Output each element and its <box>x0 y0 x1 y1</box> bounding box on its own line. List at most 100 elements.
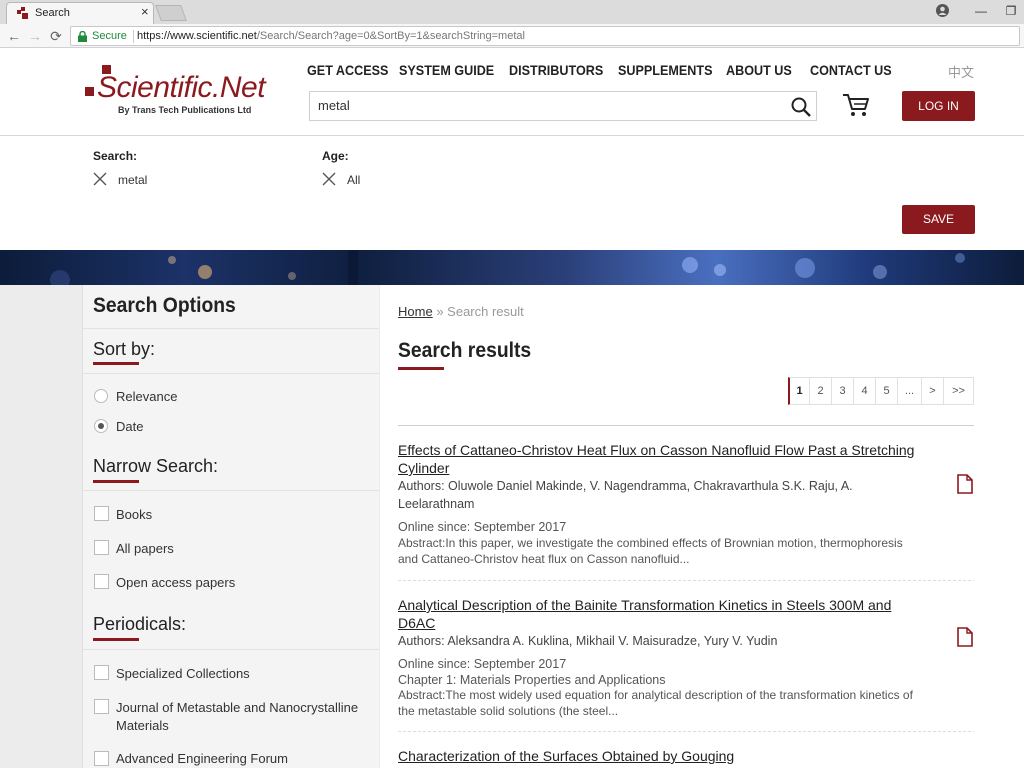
site-favicon <box>17 7 28 19</box>
result-online-date: Online since: September 2017 <box>398 657 567 671</box>
periodical-label[interactable]: Journal of Metastable and Nanocrystallin… <box>116 699 366 735</box>
heading-underline <box>93 638 139 641</box>
breadcrumb: Home » Search result <box>398 304 524 319</box>
sort-relevance-label[interactable]: Relevance <box>116 389 177 404</box>
result-chapter: Chapter 1: Materials Properties and Appl… <box>398 673 666 687</box>
filter-age-label: Age: <box>322 149 349 163</box>
page-5[interactable]: 5 <box>876 377 898 405</box>
sidebar-title: Search Options <box>93 294 236 317</box>
save-search-button[interactable]: SAVE <box>902 205 975 234</box>
url-path: /Search/Search?age=0&SortBy=1&searchStri… <box>256 30 525 42</box>
page-next[interactable]: > <box>922 377 944 405</box>
page-3[interactable]: 3 <box>832 377 854 405</box>
breadcrumb-current: Search result <box>447 304 524 319</box>
sort-date-label[interactable]: Date <box>116 419 143 434</box>
back-icon[interactable]: ← <box>5 27 23 45</box>
divider <box>83 649 379 650</box>
result-abstract: Abstract:The most widely used equation f… <box>398 688 913 718</box>
nav-get-access[interactable]: GET ACCESS <box>307 62 388 78</box>
profile-icon[interactable] <box>936 4 949 17</box>
nav-distributors[interactable]: DISTRIBUTORS <box>509 62 603 78</box>
search-icon[interactable] <box>791 97 811 117</box>
language-switch[interactable]: 中文 <box>948 62 974 81</box>
filter-search-value: metal <box>118 173 148 187</box>
site-logo[interactable]: Scientific.Net By Trans Tech Publication… <box>85 63 285 123</box>
page-2[interactable]: 2 <box>810 377 832 405</box>
logo-name: Scientific.Net <box>97 71 266 104</box>
nav-contact-us[interactable]: CONTACT US <box>810 62 892 78</box>
periodical-checkbox[interactable] <box>94 665 109 680</box>
pdf-document-icon[interactable] <box>957 627 973 647</box>
header-banner-image <box>0 250 1024 285</box>
divider <box>83 373 379 374</box>
periodical-checkbox[interactable] <box>94 751 109 766</box>
narrow-open-access-checkbox[interactable] <box>94 574 109 589</box>
result-abstract: Abstract:In this paper, we investigate t… <box>398 536 903 566</box>
breadcrumb-home-link[interactable]: Home <box>398 304 433 319</box>
url-separator <box>133 30 134 43</box>
narrow-open-access-label[interactable]: Open access papers <box>116 575 235 590</box>
periodicals-heading: Periodicals: <box>93 614 187 634</box>
pdf-document-icon[interactable] <box>957 474 973 494</box>
sort-relevance-radio[interactable] <box>94 389 108 403</box>
url-field[interactable]: Secure https://www.scientific.net/Search… <box>70 26 1020 46</box>
nav-about-us[interactable]: ABOUT US <box>726 62 792 78</box>
narrow-heading: Narrow Search: <box>93 456 219 476</box>
sort-heading: Sort by: <box>93 339 156 359</box>
filter-search-label: Search: <box>93 149 138 163</box>
nav-system-guide[interactable]: SYSTEM GUIDE <box>399 62 494 78</box>
cart-icon[interactable] <box>842 92 870 118</box>
address-bar-row: ← → ⟳ Secure https://www.scientific.net/… <box>0 24 1024 48</box>
periodical-label[interactable]: Advanced Engineering Forum <box>116 751 288 766</box>
heading-underline <box>93 480 139 483</box>
url-text: https://www.scientific.net/Search/Search… <box>137 30 525 42</box>
logo-tagline: By Trans Tech Publications Ltd <box>118 105 252 115</box>
heading-underline <box>93 362 139 365</box>
periodical-checkbox[interactable] <box>94 699 109 714</box>
divider <box>83 328 379 329</box>
new-tab-button[interactable] <box>155 5 187 21</box>
reload-icon[interactable]: ⟳ <box>47 27 65 45</box>
result-separator <box>398 580 974 581</box>
result-title-link[interactable]: Effects of Cattaneo-Christov Heat Flux o… <box>398 441 918 477</box>
logo-square <box>85 87 94 96</box>
results-divider <box>398 425 974 426</box>
narrow-books-checkbox[interactable] <box>94 506 109 521</box>
periodical-label[interactable]: Specialized Collections <box>116 666 250 681</box>
title-underline <box>398 367 444 370</box>
divider <box>83 490 379 491</box>
result-title-link[interactable]: Characterization of the Surfaces Obtaine… <box>398 747 918 765</box>
browser-tab[interactable]: Search × <box>6 2 154 24</box>
result-title-link[interactable]: Analytical Description of the Bainite Tr… <box>398 596 918 632</box>
page-last[interactable]: >> <box>944 377 974 405</box>
url-host: https://www.scientific.net <box>137 30 257 42</box>
banner-decoration <box>50 250 965 285</box>
result-authors: Authors: Aleksandra A. Kuklina, Mikhail … <box>398 634 778 648</box>
remove-search-filter-icon[interactable] <box>93 172 107 186</box>
page-title: Search results <box>398 339 532 362</box>
page-ellipsis[interactable]: ... <box>898 377 922 405</box>
page-1[interactable]: 1 <box>788 377 810 405</box>
site-header: Scientific.Net By Trans Tech Publication… <box>0 49 1024 136</box>
minimize-icon[interactable]: — <box>970 2 992 20</box>
nav-supplements[interactable]: SUPPLEMENTS <box>618 62 713 78</box>
narrow-books-label[interactable]: Books <box>116 507 152 522</box>
filter-age-value: All <box>347 173 361 187</box>
sort-date-radio[interactable] <box>94 419 108 433</box>
search-input-value: metal <box>318 98 350 113</box>
tab-close-icon[interactable]: × <box>141 4 149 19</box>
forward-icon[interactable]: → <box>26 27 44 45</box>
login-button[interactable]: LOG IN <box>902 91 975 121</box>
remove-age-filter-icon[interactable] <box>322 172 336 186</box>
narrow-all-papers-label[interactable]: All papers <box>116 541 174 556</box>
page-4[interactable]: 4 <box>854 377 876 405</box>
breadcrumb-separator: » <box>436 304 444 319</box>
secure-label: Secure <box>92 30 127 42</box>
result-separator <box>398 731 974 732</box>
result-authors: Authors: Oluwole Daniel Makinde, V. Nage… <box>398 479 853 511</box>
narrow-all-papers-checkbox[interactable] <box>94 540 109 555</box>
search-input[interactable]: metal <box>309 91 817 121</box>
restore-icon[interactable]: ❐ <box>1000 2 1022 20</box>
lock-icon <box>78 31 87 42</box>
result-online-date: Online since: September 2017 <box>398 520 567 534</box>
